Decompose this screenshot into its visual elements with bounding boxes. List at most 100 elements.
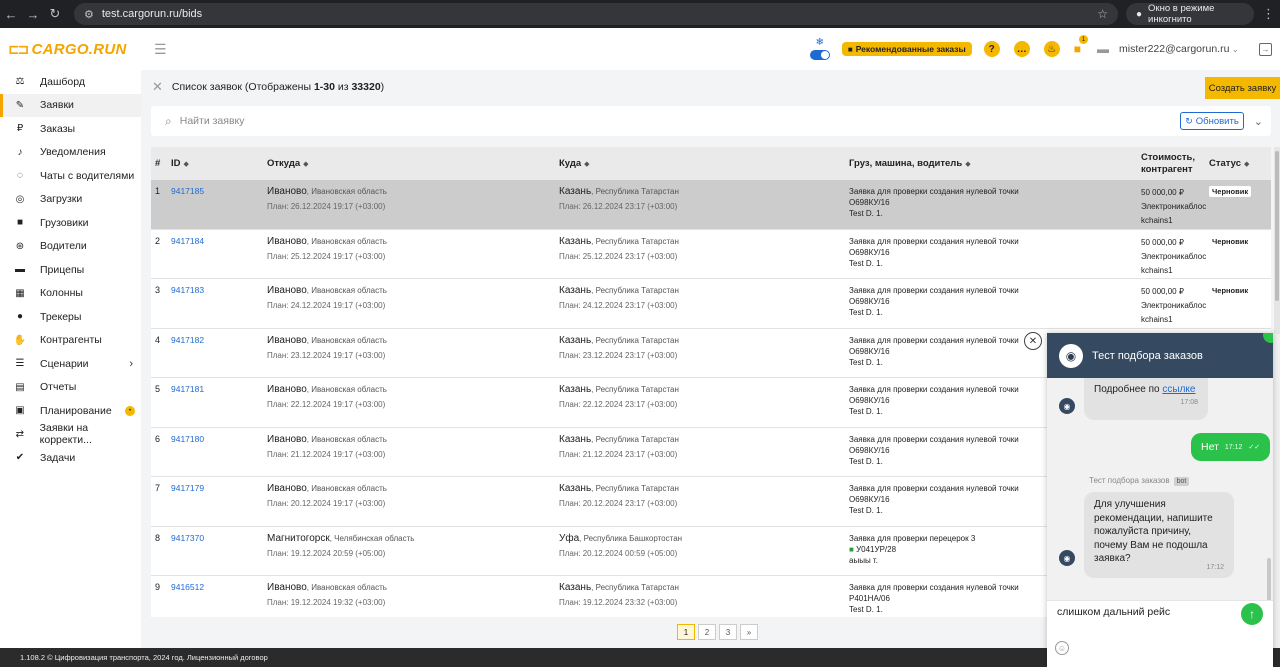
col-id[interactable]: ID ◆ [171,158,189,169]
reload-icon[interactable]: ↻ [44,6,66,22]
chat-messages: ◉ Подробнее по ссылке 17:08 Нет 17:12 ✓✓ Т… [1047,378,1273,628]
bid-id-link[interactable]: 9417185 [171,186,204,196]
forward-icon[interactable]: → [22,7,44,22]
recommended-orders-button[interactable]: ■ Рекомендованные заказы [841,42,972,56]
delivery-truck-icon[interactable]: ▬ [1097,42,1109,56]
page-2[interactable]: 2 [698,624,716,640]
user-menu[interactable]: mister222@cargorun.ru ⌄ [1119,43,1239,55]
status-badge: Черновик [1209,186,1252,197]
chat-bubble-icon[interactable]: … [1013,41,1030,57]
to-cell: Казань, Республика Татарстан План: 19.12.… [559,582,679,607]
bid-id-link[interactable]: 9417182 [171,335,204,345]
table-row[interactable]: 1 9417185 Иваново, Ивановская область План:… [151,180,1271,230]
bookmark-star-icon[interactable]: ☆ [1097,7,1108,21]
col-num: # [155,158,161,169]
toggle-switch[interactable] [809,50,830,60]
sidebar-item-scenarios[interactable]: ☰ Сценарии › [0,352,141,376]
bid-id-link[interactable]: 9417370 [171,533,204,543]
page-next[interactable]: » [740,624,758,640]
cost-cell: 50 000,00 ₽ Электроникаблоckchains1 [1141,237,1207,275]
sidebar-item-contractors[interactable]: ✋ Контрагенты [0,329,141,353]
sidebar-item-label: Дашборд [40,75,85,88]
to-cell: Казань, Республика Татарстан План: 20.12.… [559,483,679,508]
create-bid-button[interactable]: Создать заявку [1205,77,1280,99]
bid-id-link[interactable]: 9416512 [171,582,204,592]
sidebar-item-notifications[interactable]: ♪ Уведомления [0,141,141,165]
col-cargo[interactable]: Груз, машина, водитель ◆ [849,158,971,169]
to-cell: Уфа, Республика Башкортостан План: 20.12.… [559,532,683,558]
row-number: 4 [155,334,161,345]
from-cell: Иваново, Ивановская область План: 21.12.2… [267,433,387,459]
sidebar-item-correction-bids[interactable]: ⇄ Заявки на корректи... [0,422,141,446]
sidebar-item-dashboard[interactable]: ⚖ Дашборд [0,70,141,94]
sidebar-item-label: Загрузки [40,193,83,206]
chat-message-incoming: Для улучшения рекомендации, напишите пож… [1084,492,1234,578]
chevron-down-icon[interactable]: ⌄ [1254,115,1263,128]
sidebar-item-reports[interactable]: ▤ Отчеты [0,376,141,400]
row-number: 2 [155,235,161,246]
from-cell: Иваново, Ивановская область План: 24.12.2… [267,285,387,310]
chat-link[interactable]: ссылке [1162,384,1195,395]
notifications-bag-icon[interactable]: ■ 1 [1074,35,1088,56]
sidebar-item-trailers[interactable]: ▬ Прицепы [0,258,141,282]
incognito-label: Окно в режиме инкогнито [1148,3,1215,25]
search-input[interactable] [179,115,1181,127]
bid-id-link[interactable]: 9417181 [171,384,204,394]
bid-id-link[interactable]: 9417179 [171,483,204,493]
fire-icon[interactable]: ♨ [1043,41,1060,57]
sidebar-item-convoys[interactable]: ▦ Колонны [0,282,141,306]
page-3[interactable]: 3 [719,624,737,640]
snow-toggle[interactable]: ❄ [809,38,830,60]
close-icon[interactable]: ✕ [152,79,163,95]
bot-sender-label: Тест подбора заказов bot [1089,476,1190,486]
pin-icon: ● [16,311,24,323]
bid-id-link[interactable]: 9417180 [171,434,204,444]
page-1[interactable]: 1 [677,624,695,640]
page-scrollbar[interactable] [1273,334,1280,648]
compass-icon: ◎ [15,193,25,205]
chat-close-button[interactable]: ✕ [1024,332,1042,350]
menu-burger-icon[interactable]: ☰ [154,41,167,58]
sidebar-item-driver-chats[interactable]: ◌ Чаты с водителями [0,164,141,188]
app-header: ⊏⊐ CARGO.RUN ☰ ❄ ■ Рекомендованные заказ… [0,30,1280,68]
table-row[interactable]: 2 9417184 Иваново, Ивановская область План:… [151,230,1271,279]
address-bar[interactable]: ⚙ test.cargorun.ru/bids ☆ [74,3,1118,25]
sidebar-item-bids[interactable]: ✎ Заявки [0,93,141,117]
site-settings-icon[interactable]: ⚙ [84,8,94,21]
refresh-button[interactable]: ↻ Обновить [1180,112,1244,130]
sidebar-item-label: Планирование [40,404,112,417]
table-header: # ID ◆ Откуда ◆ Куда ◆ Груз, машина, водите… [151,147,1271,180]
emoji-icon[interactable]: ☺ [1055,641,1069,655]
bot-tag: bot [1173,477,1190,486]
col-cost: Стоимость, контрагент [1141,151,1196,175]
back-icon[interactable]: ← [0,7,22,22]
col-to[interactable]: Куда ◆ [559,158,590,169]
sidebar-item-tasks[interactable]: ✔ Задачи [0,446,141,470]
sidebar-item-drivers[interactable]: ⊛ Водители [0,235,141,259]
bid-id-link[interactable]: 9417184 [171,236,204,246]
chat-message-input[interactable] [1057,606,1235,618]
planning-badge: • [125,405,135,416]
logout-icon[interactable]: → [1259,42,1272,56]
bid-id-link[interactable]: 9417183 [171,285,204,295]
sidebar-item-orders[interactable]: ₽ Заказы [0,117,141,141]
sidebar-item-planning[interactable]: ▣ Планирование • [0,399,141,423]
help-icon[interactable]: ? [983,41,1000,57]
sidebar-item-loadings[interactable]: ◎ Загрузки [0,188,141,212]
col-from[interactable]: Откуда ◆ [267,158,309,169]
sidebar-item-trackers[interactable]: ● Трекеры [0,305,141,329]
browser-menu-icon[interactable]: ⋮ [1262,6,1275,22]
logo[interactable]: ⊏⊐ CARGO.RUN [8,41,130,58]
sort-icon: ◆ [965,161,971,168]
recommended-orders-label: Рекомендованные заказы [855,44,966,54]
sidebar-item-label: Прицепы [40,263,85,276]
row-number: 3 [155,285,161,295]
cargo-cell: Заявка для проверки создания нулевой точ… [849,484,1019,515]
sidebar-item-trucks[interactable]: ■ Грузовики [0,211,141,235]
sidebar-item-label: Уведомления [40,146,106,159]
col-status[interactable]: Статус ◆ [1209,158,1249,169]
table-row[interactable]: 3 9417183 Иваново, Ивановская область План:… [151,279,1271,329]
chat-icon: ◌ [17,170,23,182]
incognito-indicator[interactable]: ● Окно в режиме инкогнито [1126,3,1254,25]
send-icon[interactable]: ↑ [1241,603,1263,625]
